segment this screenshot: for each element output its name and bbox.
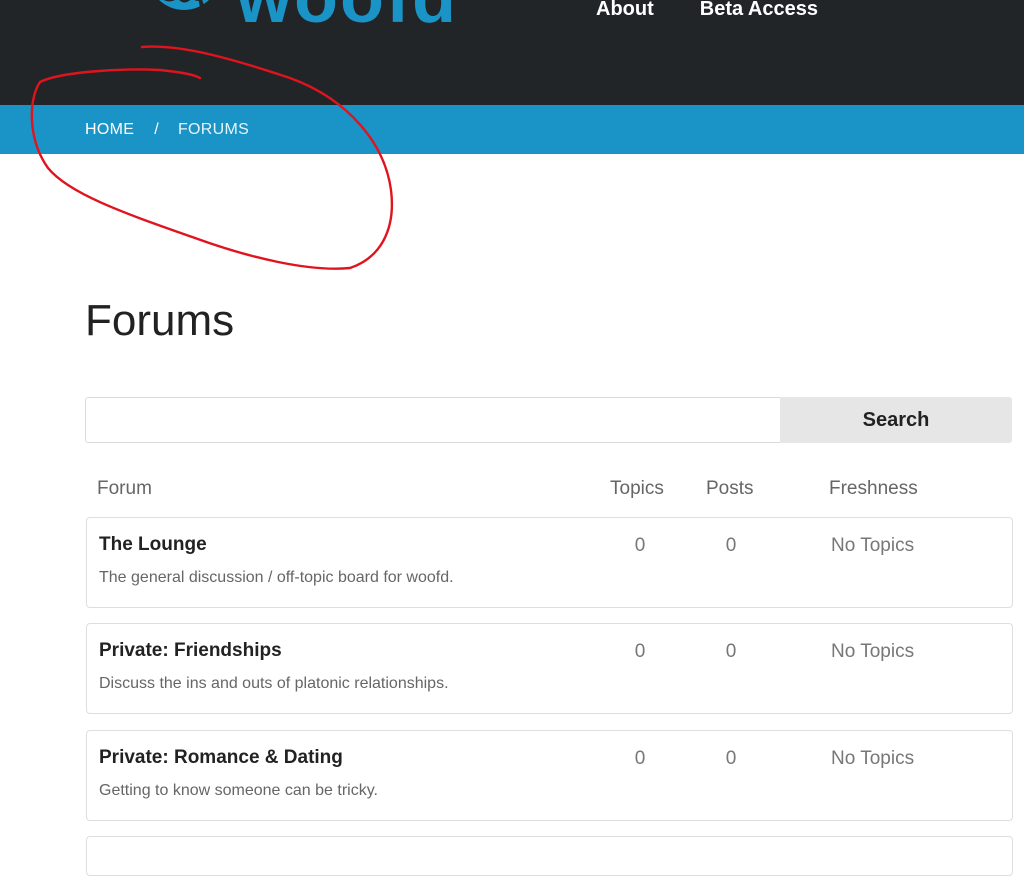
forum-description: Discuss the ins and outs of platonic rel… <box>99 675 449 692</box>
breadcrumb: HOME / FORUMS <box>85 121 249 139</box>
breadcrumb-home-link[interactable]: HOME <box>85 121 134 139</box>
nav-about-link[interactable]: About <box>596 0 654 22</box>
forum-search-form: Search <box>85 397 1012 443</box>
forum-title-link[interactable]: Private: Romance & Dating <box>99 747 343 769</box>
breadcrumb-current: FORUMS <box>177 121 250 138</box>
search-button[interactable]: Search <box>780 397 1012 443</box>
forum-topics-count: 0 <box>634 535 646 556</box>
forum-topics-count: 0 <box>634 641 646 662</box>
logo-wordmark: woofd <box>236 0 458 34</box>
site-logo[interactable]: woofd <box>140 0 458 34</box>
column-header-forum: Forum <box>97 478 152 499</box>
forum-posts-count: 0 <box>725 535 737 556</box>
forum-title-link[interactable]: The Lounge <box>99 534 207 556</box>
column-header-posts: Posts <box>706 478 754 499</box>
forum-freshness: No Topics <box>831 641 915 662</box>
column-header-freshness: Freshness <box>829 478 918 499</box>
forum-description: The general discussion / off-topic board… <box>99 569 454 586</box>
forum-description: Getting to know someone can be tricky. <box>99 782 378 799</box>
forum-posts-count: 0 <box>725 748 737 769</box>
page-title: Forums <box>85 296 235 345</box>
forum-freshness: No Topics <box>831 535 915 556</box>
breadcrumb-bar: HOME / FORUMS <box>0 105 1024 154</box>
column-header-topics: Topics <box>610 478 664 499</box>
forum-freshness: No Topics <box>831 748 915 769</box>
forum-title-link[interactable]: Private: Friendships <box>99 640 282 662</box>
forum-topics-count: 0 <box>634 748 646 769</box>
forum-row: The Lounge The general discussion / off-… <box>86 517 1013 608</box>
forum-row-partial <box>86 836 1013 876</box>
breadcrumb-separator: / <box>154 121 159 138</box>
forum-row: Private: Friendships Discuss the ins and… <box>86 623 1013 714</box>
search-input[interactable] <box>85 397 780 443</box>
nav-beta-access-link[interactable]: Beta Access <box>700 0 818 22</box>
top-nav: About Beta Access <box>596 0 818 22</box>
site-header: woofd About Beta Access <box>0 0 1024 105</box>
forum-table-header: Forum Topics Posts Freshness <box>85 478 1014 504</box>
forum-posts-count: 0 <box>725 641 737 662</box>
forum-row: Private: Romance & Dating Getting to kno… <box>86 730 1013 821</box>
dog-logo-icon <box>159 0 209 10</box>
